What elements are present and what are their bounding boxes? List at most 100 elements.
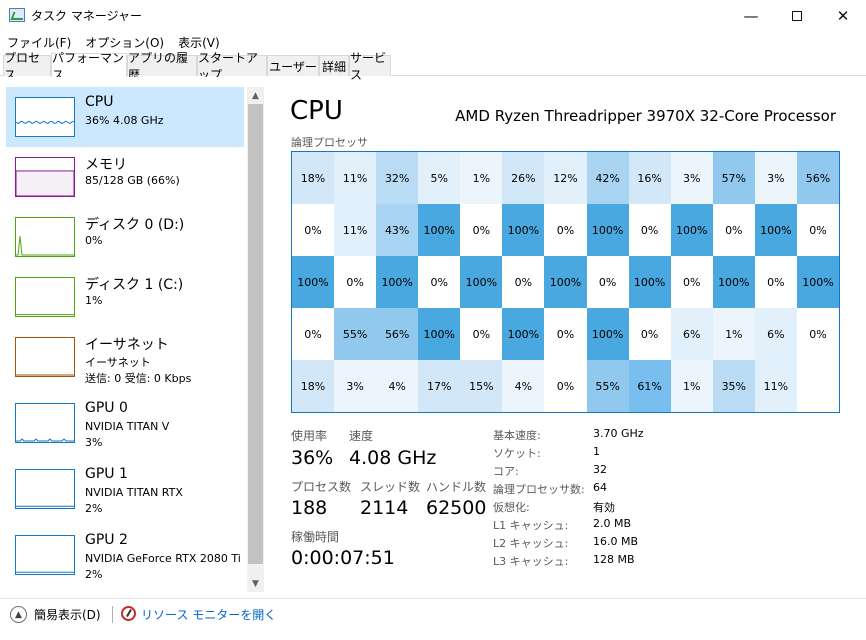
thread-count-label: スレッド数 — [360, 480, 421, 494]
tab-startup[interactable]: スタートアップ — [197, 51, 267, 82]
uptime-value: 0:00:07:51 — [291, 547, 395, 569]
sidebar-item-gpu-2[interactable]: GPU 2 NVIDIA GeForce RTX 2080 Ti 2% — [6, 525, 244, 585]
sidebar-item-cpu[interactable]: CPU 36% 4.08 GHz — [6, 87, 244, 147]
processor-cell: 57% — [712, 152, 755, 204]
processor-cell: 17% — [418, 360, 461, 412]
processor-cell: 43% — [376, 204, 419, 256]
scroll-up-icon[interactable]: ▲ — [247, 87, 264, 104]
sidebar-item-detail: NVIDIA GeForce RTX 2080 Ti — [85, 552, 241, 565]
usage-label: 使用率 — [291, 429, 328, 443]
sidebar-item-name: イーサネット — [85, 337, 169, 353]
spec-label: コア: — [493, 465, 519, 478]
thread-count-value: 2114 — [360, 497, 409, 519]
processor-cell: 0% — [418, 256, 461, 308]
tab-performance[interactable]: パフォーマンス — [51, 51, 127, 82]
minimize-button[interactable]: — — [728, 0, 774, 31]
processor-cell: 0% — [334, 256, 377, 308]
usage-value: 36% — [291, 447, 334, 469]
tab-app-history[interactable]: アプリの履歴 — [127, 51, 197, 82]
handle-count-label: ハンドル数 — [426, 480, 487, 494]
process-count-label: プロセス数 — [291, 480, 352, 494]
window-title: タスク マネージャー — [31, 9, 142, 23]
sidebar-item-ethernet[interactable]: イーサネット イーサネット 送信: 0 受信: 0 Kbps — [6, 327, 244, 387]
sidebar-item-memory[interactable]: メモリ 85/128 GB (66%) — [6, 147, 244, 207]
processor-cell: 100% — [418, 204, 461, 256]
speed-value: 4.08 GHz — [349, 447, 437, 469]
processor-cell: 15% — [460, 360, 503, 412]
processor-cell: 6% — [670, 308, 713, 360]
sidebar-thumbnail-graph — [15, 535, 75, 575]
spec-label: 基本速度: — [493, 429, 541, 442]
process-count-value: 188 — [291, 497, 328, 519]
sidebar-item-disk-1[interactable]: ディスク 1 (C:) 1% — [6, 267, 244, 327]
menu-view[interactable]: 表示(V) — [171, 34, 227, 51]
processor-cell: 0% — [670, 256, 713, 308]
processor-cell: 42% — [586, 152, 629, 204]
sidebar-item-detail: 2% — [85, 568, 103, 581]
processor-cell: 0% — [754, 256, 797, 308]
sidebar-item-detail: 送信: 0 受信: 0 Kbps — [85, 372, 192, 385]
processor-cell: 11% — [334, 204, 377, 256]
processor-cell: 55% — [334, 308, 377, 360]
sidebar-item-name: CPU — [85, 94, 114, 110]
processor-cell: 0% — [292, 204, 335, 256]
spec-label: ソケット: — [493, 447, 541, 460]
logical-processor-grid: 18% 11% 32% 5% 1% 26% 12% 42% 16% 3% 57% 3% 56% 0% 11%… — [291, 151, 840, 413]
resource-monitor-icon — [121, 606, 136, 621]
sidebar-item-detail: イーサネット — [85, 356, 151, 369]
maximize-button[interactable] — [774, 0, 820, 31]
title-bar: タスク マネージャー — ✕ — [0, 0, 866, 31]
spec-value: 有効 — [593, 501, 615, 514]
tab-details[interactable]: 詳細 — [319, 55, 349, 76]
spec-label: 論理プロセッサ数: — [493, 483, 585, 496]
processor-cell: 0% — [796, 308, 839, 360]
processor-cell: 0% — [460, 308, 503, 360]
processor-cell: 11% — [334, 152, 377, 204]
sidebar-thumbnail-graph — [15, 97, 75, 137]
sidebar-item-detail: 1% — [85, 294, 103, 307]
cpu-model: AMD Ryzen Threadripper 3970X 32-Core Pro… — [455, 107, 836, 125]
spec-value: 3.70 GHz — [593, 427, 644, 440]
sidebar-thumbnail-graph — [15, 403, 75, 443]
processor-cell: 35% — [712, 360, 755, 412]
sidebar-scrollbar[interactable]: ▲ ▼ — [247, 87, 264, 592]
sidebar-item-gpu-1[interactable]: GPU 1 NVIDIA TITAN RTX 2% — [6, 459, 244, 519]
sidebar-item-name: メモリ — [85, 157, 127, 173]
spec-value: 1 — [593, 445, 600, 458]
sidebar-item-gpu-0[interactable]: GPU 0 NVIDIA TITAN V 3% — [6, 393, 244, 453]
scroll-down-icon[interactable]: ▼ — [247, 575, 264, 592]
page-title: CPU — [290, 96, 343, 126]
tab-bar: プロセス パフォーマンス アプリの履歴 スタートアップ ユーザー 詳細 サービス — [0, 51, 866, 82]
processor-cell — [796, 360, 839, 412]
sidebar-thumbnail-graph — [15, 217, 75, 257]
processor-cell: 100% — [460, 256, 503, 308]
processor-cell: 0% — [502, 256, 545, 308]
processor-cell: 61% — [628, 360, 671, 412]
processor-cell: 0% — [712, 204, 755, 256]
fewer-details-button[interactable]: 簡易表示(D) — [34, 606, 101, 623]
spec-label: L2 キャッシュ: — [493, 537, 569, 550]
processor-cell: 100% — [796, 256, 839, 308]
sidebar-item-disk-0[interactable]: ディスク 0 (D:) 0% — [6, 207, 244, 267]
sidebar-item-detail: 36% 4.08 GHz — [85, 114, 164, 127]
scroll-thumb[interactable] — [248, 104, 263, 564]
tab-processes[interactable]: プロセス — [3, 51, 51, 82]
processor-cell: 18% — [292, 152, 335, 204]
close-button[interactable]: ✕ — [820, 0, 866, 31]
processor-cell: 1% — [712, 308, 755, 360]
tab-services[interactable]: サービス — [349, 51, 391, 82]
processor-cell: 100% — [544, 256, 587, 308]
footer-separator — [112, 606, 113, 623]
processor-cell: 0% — [628, 308, 671, 360]
spec-label: 仮想化: — [493, 501, 530, 514]
processor-cell: 56% — [796, 152, 839, 204]
tab-users[interactable]: ユーザー — [267, 55, 319, 76]
open-resource-monitor-link[interactable]: リソース モニターを開く — [141, 606, 276, 623]
processor-cell: 12% — [544, 152, 587, 204]
sidebar-item-detail: 2% — [85, 502, 103, 515]
fewer-details-icon[interactable]: ▲ — [10, 606, 27, 623]
spec-value: 16.0 MB — [593, 535, 639, 548]
processor-cell: 26% — [502, 152, 545, 204]
sidebar-item-detail: NVIDIA TITAN RTX — [85, 486, 183, 499]
processor-cell: 100% — [292, 256, 335, 308]
